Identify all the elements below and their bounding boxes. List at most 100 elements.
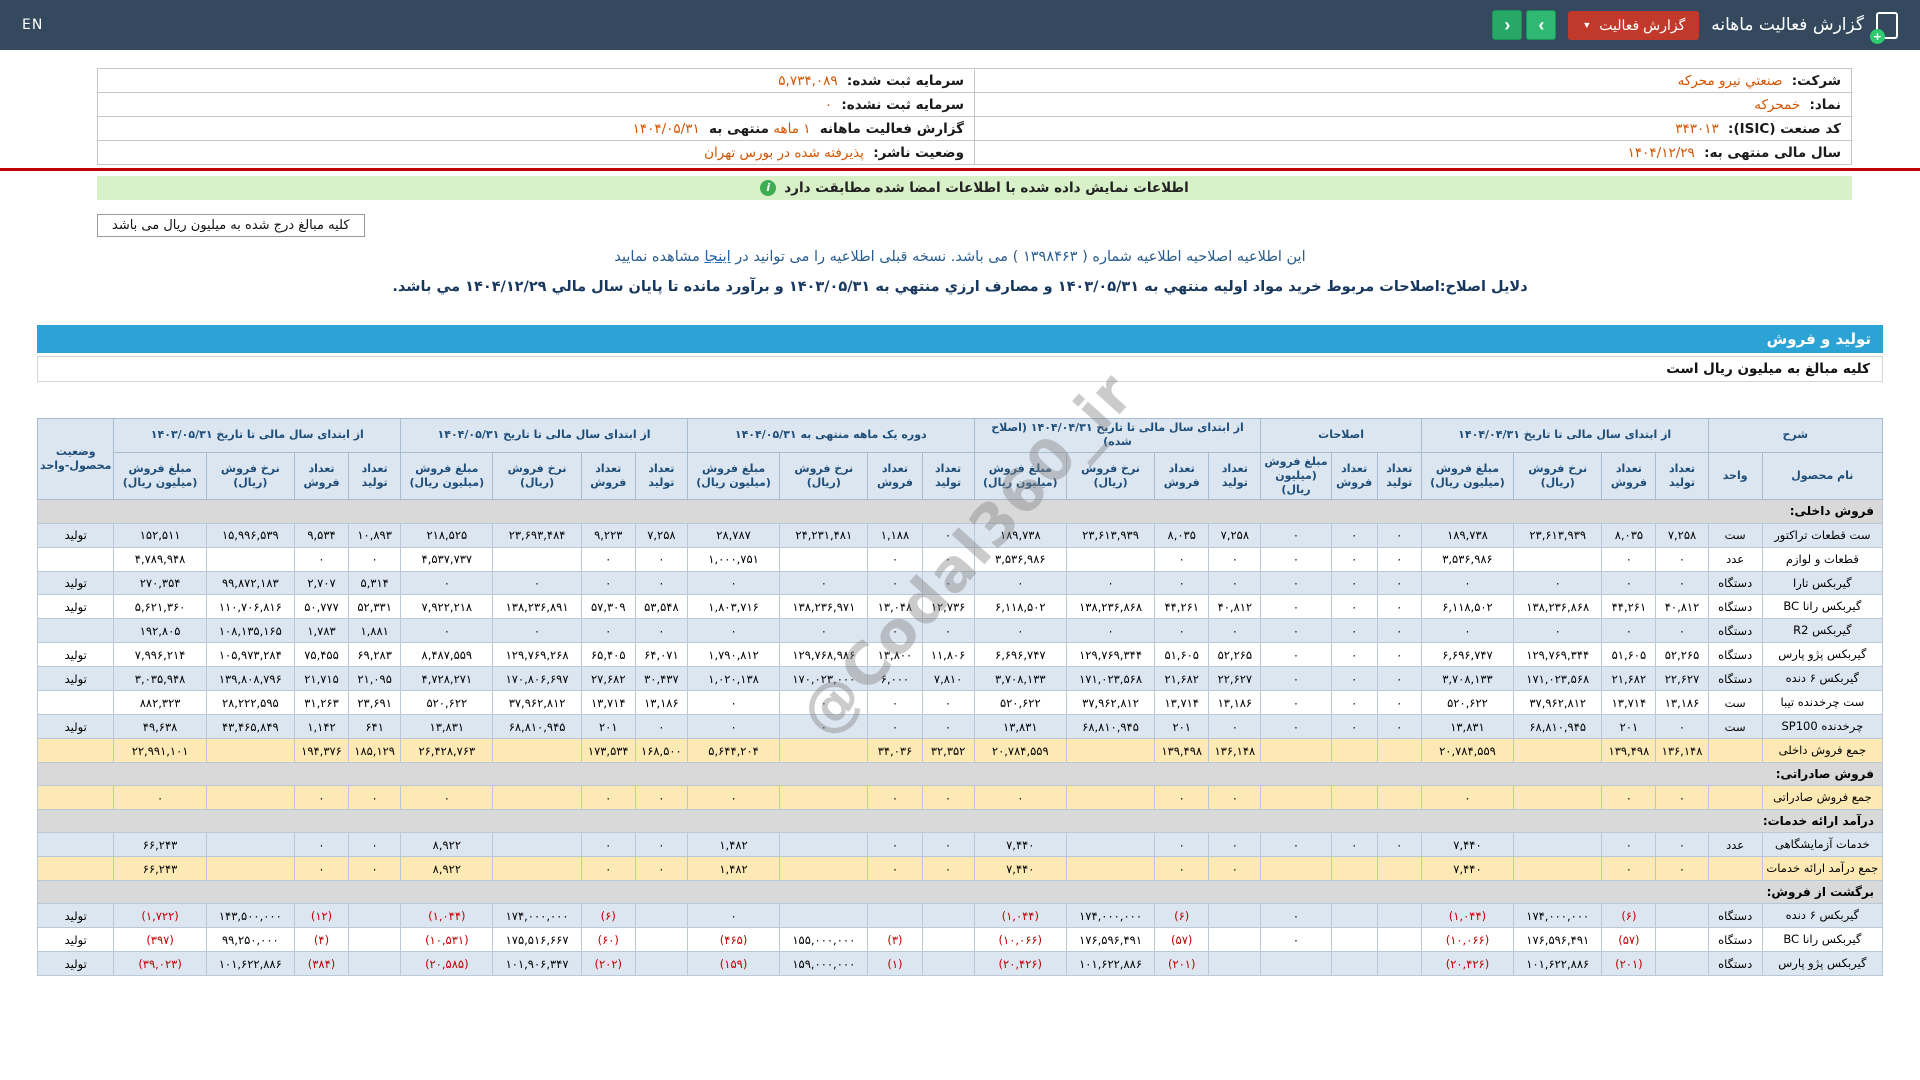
product-row: گیربکس رانا BCدستگاه(۵۷)۱۷۶,۵۹۶,۴۹۱(۱۰,۰… bbox=[38, 928, 1883, 952]
value-cell: ۰ bbox=[581, 547, 635, 571]
report-type-dropdown[interactable]: گزارش فعالیت ▼ bbox=[1568, 11, 1699, 40]
value-cell: ۱۹۲,۸۰۵ bbox=[114, 619, 206, 643]
previous-report-button[interactable]: ‹ bbox=[1492, 10, 1522, 40]
unit-cell: ست bbox=[1708, 523, 1762, 547]
value-cell: ۲۱,۰۹۵ bbox=[349, 667, 401, 691]
column-header: مبلغ فروش (میلیون ریال) bbox=[1261, 452, 1331, 500]
product-name-cell: گیربکس ۶ دنده bbox=[1762, 667, 1882, 691]
value-cell: ۳,۵۳۶,۹۸۶ bbox=[1421, 547, 1513, 571]
column-header: مبلغ فروش (میلیون ریال) bbox=[687, 452, 779, 500]
info-icon: i bbox=[760, 180, 776, 196]
previous-version-link[interactable]: اینجا bbox=[704, 249, 730, 265]
company-label: شرکت: bbox=[1792, 73, 1841, 89]
status-cell: تولید bbox=[38, 928, 114, 952]
column-group-header: دوره یک ماهه منتهی به ۱۴۰۴/۰۵/۳۱ bbox=[687, 419, 974, 453]
value-cell: ۷,۸۱۰ bbox=[922, 667, 974, 691]
value-cell: ۰ bbox=[1155, 547, 1209, 571]
value-cell bbox=[1261, 857, 1331, 881]
value-cell: ۰ bbox=[1331, 667, 1377, 691]
value-cell: ۰ bbox=[1656, 715, 1708, 739]
amendment-notice: این اطلاعیه اصلاحیه اطلاعیه شماره ( ۱۳۹۸… bbox=[0, 249, 1920, 265]
value-cell: ۱۷۴,۰۰۰,۰۰۰ bbox=[493, 904, 581, 928]
value-cell: ۰ bbox=[1421, 571, 1513, 595]
value-cell: ۵۱,۶۰۵ bbox=[1602, 643, 1656, 667]
value-cell: ۲۸,۲۲۲,۵۹۵ bbox=[206, 691, 294, 715]
value-cell: ۰ bbox=[922, 523, 974, 547]
value-cell: ۰ bbox=[1155, 857, 1209, 881]
value-cell: ۰ bbox=[401, 786, 493, 810]
product-name-cell: گیربکس رانا BC bbox=[1762, 595, 1882, 619]
value-cell bbox=[922, 928, 974, 952]
value-cell: ۸,۹۲۲ bbox=[401, 857, 493, 881]
value-cell: ۱۷۶,۵۹۶,۴۹۱ bbox=[1066, 928, 1154, 952]
value-cell: ۱۳,۸۰۰ bbox=[868, 643, 922, 667]
registered-capital-label: سرمایه ثبت شده: bbox=[847, 73, 964, 89]
value-cell: ۰ bbox=[922, 833, 974, 857]
red-divider bbox=[0, 168, 1920, 171]
value-cell: ۱۷۶,۵۹۶,۴۹۱ bbox=[1514, 928, 1602, 952]
value-cell: ۱۰۵,۹۷۳,۲۸۴ bbox=[206, 643, 294, 667]
column-header: نرخ فروش (ریال) bbox=[206, 452, 294, 500]
value-cell: ۰ bbox=[294, 547, 348, 571]
value-cell: ۱۳,۱۸۶ bbox=[635, 691, 687, 715]
product-row: گیربکس پژو پارسدستگاه(۲۰۱)۱۰۱,۶۲۲,۸۸۶(۲۰… bbox=[38, 952, 1883, 976]
section-label: درآمد ارائه خدمات: bbox=[38, 810, 1883, 833]
value-cell: ۷,۴۴۰ bbox=[1421, 857, 1513, 881]
product-name-cell: جمع فروش صادراتی bbox=[1762, 786, 1882, 810]
value-cell: ۰ bbox=[868, 786, 922, 810]
unit-cell: دستگاه bbox=[1708, 643, 1762, 667]
isic-value: ۳۴۳۰۱۳ bbox=[1675, 121, 1719, 137]
value-cell: ۱۳۹,۸۰۸,۷۹۶ bbox=[206, 667, 294, 691]
value-cell: ۶۶,۲۴۳ bbox=[114, 833, 206, 857]
value-cell: ۳,۰۳۵,۹۴۸ bbox=[114, 667, 206, 691]
value-cell: ۲۲,۹۹۱,۱۰۱ bbox=[114, 739, 206, 763]
value-cell: ۴,۷۲۸,۲۷۱ bbox=[401, 667, 493, 691]
language-toggle-en[interactable]: EN bbox=[22, 17, 43, 33]
value-cell: ۰ bbox=[1209, 857, 1261, 881]
value-cell: ۰ bbox=[1261, 547, 1331, 571]
value-cell: ۰ bbox=[1602, 857, 1656, 881]
column-header: مبلغ فروش (میلیون ریال) bbox=[1421, 452, 1513, 500]
value-cell: ۵۲۰,۶۲۲ bbox=[401, 691, 493, 715]
unit-cell: ست bbox=[1708, 715, 1762, 739]
value-cell: ۱,۴۸۲ bbox=[687, 857, 779, 881]
value-cell bbox=[1656, 904, 1708, 928]
column-header: مبلغ فروش (میلیون ریال) bbox=[114, 452, 206, 500]
value-cell: ۰ bbox=[635, 547, 687, 571]
value-cell bbox=[1066, 547, 1154, 571]
value-cell: ۰ bbox=[687, 715, 779, 739]
value-cell: ۰ bbox=[1602, 619, 1656, 643]
value-cell: (۱۲) bbox=[294, 904, 348, 928]
value-cell: ۱۲۹,۷۶۹,۲۶۸ bbox=[493, 643, 581, 667]
column-group-header: از ابتدای سال مالی تا تاریخ ۱۴۰۴/۰۴/۳۱ (… bbox=[974, 419, 1261, 453]
value-cell: (۶) bbox=[581, 904, 635, 928]
value-cell: ۱,۸۸۱ bbox=[349, 619, 401, 643]
section-row: فروش صادراتی: bbox=[38, 763, 1883, 786]
product-row: ست چرخدنده تیباست۱۳,۱۸۶۱۳,۷۱۴۳۷,۹۶۲,۸۱۲۵… bbox=[38, 691, 1883, 715]
value-cell: ۱۳۸,۲۳۶,۸۶۸ bbox=[1514, 595, 1602, 619]
value-cell: ۱,۷۸۳ bbox=[294, 619, 348, 643]
value-cell: ۰ bbox=[1331, 571, 1377, 595]
value-cell: ۱,۱۴۲ bbox=[294, 715, 348, 739]
value-cell: ۳۷,۹۶۲,۸۱۲ bbox=[493, 691, 581, 715]
value-cell: ۱,۱۸۸ bbox=[868, 523, 922, 547]
value-cell bbox=[493, 833, 581, 857]
value-cell: (۲۰,۴۲۶) bbox=[1421, 952, 1513, 976]
value-cell bbox=[1331, 857, 1377, 881]
value-cell: (۱,۰۴۴) bbox=[974, 904, 1066, 928]
value-cell: ۰ bbox=[635, 833, 687, 857]
value-cell: ۶۴۱ bbox=[349, 715, 401, 739]
value-cell: (۶) bbox=[1602, 904, 1656, 928]
value-cell: ۰ bbox=[687, 904, 779, 928]
value-cell: ۶,۱۱۸,۵۰۲ bbox=[1421, 595, 1513, 619]
product-row: گیربکس R2دستگاه۰۰۰۰۰۰۰۰۰۰۰۰۰۰۰۰۰۰۰۱,۸۸۱۱… bbox=[38, 619, 1883, 643]
value-cell: (۱۵۹) bbox=[687, 952, 779, 976]
value-cell: ۵۲,۳۳۱ bbox=[349, 595, 401, 619]
value-cell: ۱۱۰,۷۰۶,۸۱۶ bbox=[206, 595, 294, 619]
value-cell: ۰ bbox=[868, 857, 922, 881]
product-name-cell: جمع فروش داخلی bbox=[1762, 739, 1882, 763]
next-report-button[interactable]: › bbox=[1526, 10, 1556, 40]
value-cell bbox=[493, 547, 581, 571]
value-cell: ۴,۷۸۹,۹۴۸ bbox=[114, 547, 206, 571]
value-cell: ۱۵۵,۰۰۰,۰۰۰ bbox=[780, 928, 868, 952]
